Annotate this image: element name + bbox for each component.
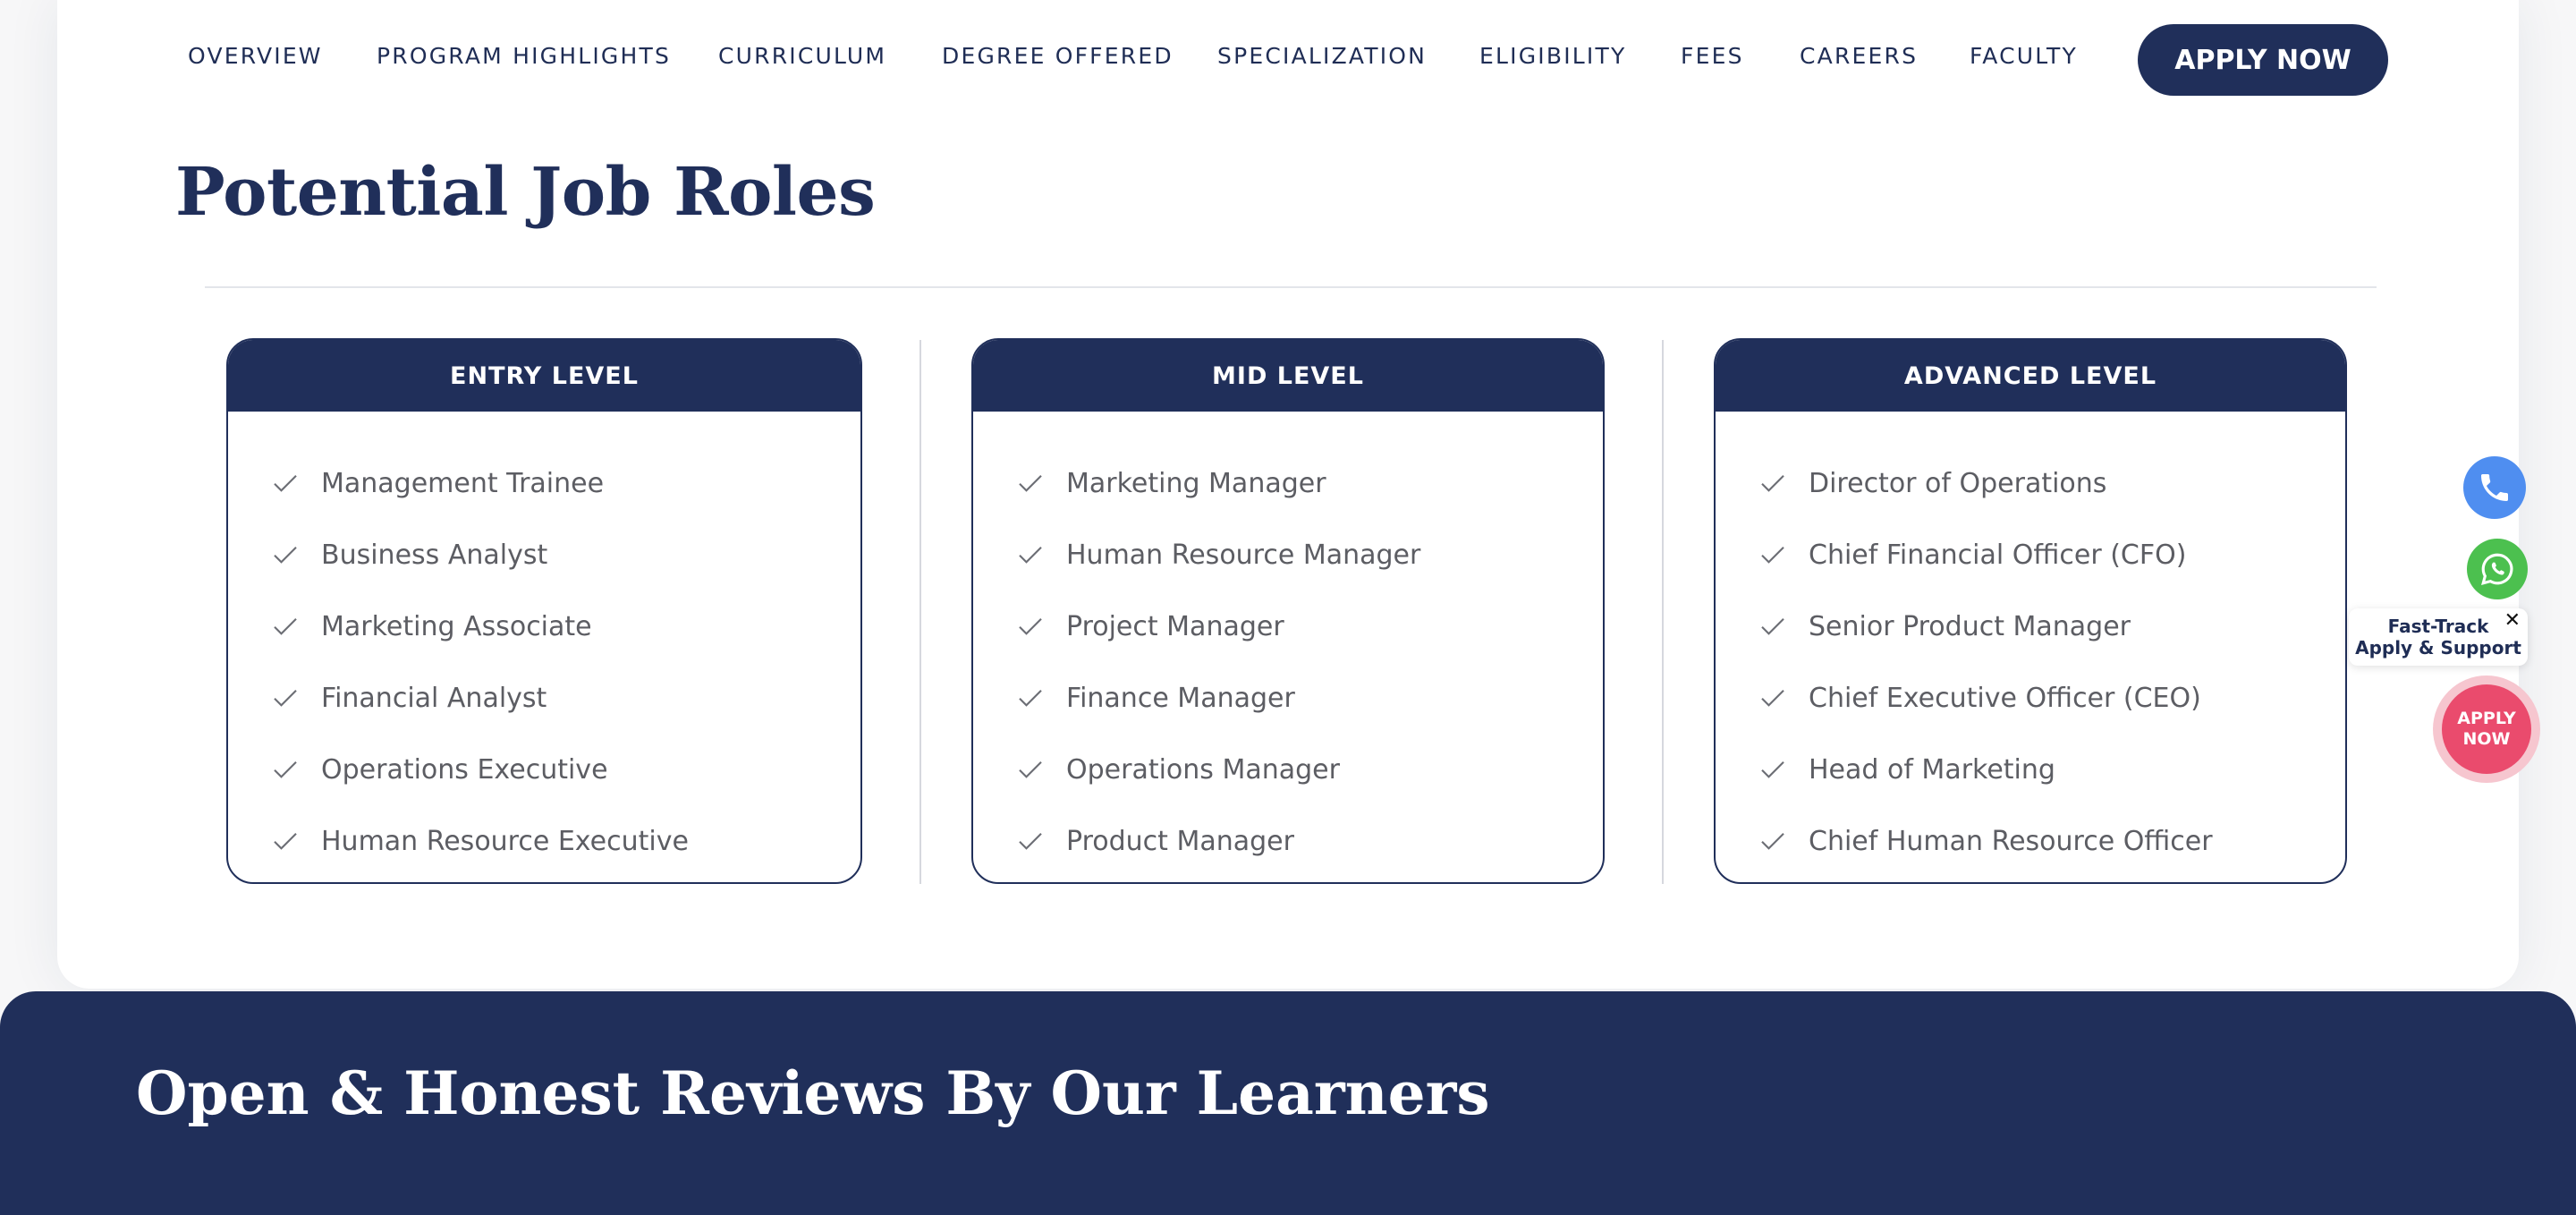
role-list: Marketing Manager Human Resource Manager…	[973, 412, 1603, 877]
role-label: Marketing Associate	[321, 610, 592, 642]
list-item: Senior Product Manager	[1716, 591, 2345, 662]
apply-now-button[interactable]: APPLY NOW	[2138, 24, 2388, 96]
check-icon	[1019, 690, 1042, 707]
list-item: Financial Analyst	[228, 662, 860, 734]
nav-eligibility[interactable]: ELIGIBILITY	[1479, 43, 1626, 69]
section-title: Potential Job Roles	[175, 154, 876, 231]
role-label: Finance Manager	[1066, 682, 1295, 714]
nav-degree-offered[interactable]: DEGREE OFFERED	[942, 43, 1174, 69]
nav-specialization[interactable]: SPECIALIZATION	[1217, 43, 1427, 69]
check-icon	[274, 690, 297, 707]
role-list: Management Trainee Business Analyst Mark…	[228, 412, 860, 877]
list-item: Product Manager	[973, 805, 1603, 877]
role-list: Director of Operations Chief Financial O…	[1716, 412, 2345, 877]
check-icon	[274, 475, 297, 492]
check-icon	[1019, 475, 1042, 492]
role-label: Chief Financial Officer (CFO)	[1809, 539, 2187, 571]
role-label: Project Manager	[1066, 610, 1284, 642]
check-icon	[1019, 833, 1042, 850]
nav-overview[interactable]: OVERVIEW	[188, 43, 323, 69]
list-item: Director of Operations	[1716, 447, 2345, 519]
check-icon	[1019, 547, 1042, 564]
nav-faculty[interactable]: FACULTY	[1970, 43, 2078, 69]
nav-careers[interactable]: CAREERS	[1800, 43, 1918, 69]
check-icon	[1019, 761, 1042, 778]
apply-line-2: NOW	[2462, 729, 2511, 749]
list-item: Human Resource Manager	[973, 519, 1603, 591]
list-item: Business Analyst	[228, 519, 860, 591]
fast-track-line-2: Apply & Support	[2355, 637, 2521, 658]
check-icon	[1761, 547, 1784, 564]
list-item: Operations Manager	[973, 734, 1603, 805]
nav-curriculum[interactable]: CURRICULUM	[718, 43, 886, 69]
apply-now-floating-button[interactable]: APPLY NOW	[2433, 675, 2540, 783]
list-item: Head of Marketing	[1716, 734, 2345, 805]
column-separator	[1662, 340, 1664, 884]
list-item: Marketing Manager	[973, 447, 1603, 519]
nav-program-highlights[interactable]: PROGRAM HIGHLIGHTS	[377, 43, 671, 69]
fast-track-line-1: Fast-Track	[2387, 616, 2489, 637]
mid-level-card: MID LEVEL Marketing Manager Human Resour…	[971, 338, 1605, 884]
apply-line-1: APPLY	[2457, 709, 2516, 728]
role-label: Director of Operations	[1809, 467, 2107, 499]
phone-icon	[2481, 474, 2508, 501]
role-label: Operations Executive	[321, 753, 608, 786]
check-icon	[274, 618, 297, 635]
check-icon	[1761, 618, 1784, 635]
reviews-title: Open & Honest Reviews By Our Learners	[136, 1058, 1490, 1128]
role-label: Head of Marketing	[1809, 753, 2055, 786]
role-label: Business Analyst	[321, 539, 548, 571]
divider	[205, 286, 2377, 288]
whatsapp-icon	[2481, 553, 2513, 585]
role-label: Product Manager	[1066, 825, 1294, 857]
level-title: ENTRY LEVEL	[228, 340, 860, 412]
advanced-level-card: ADVANCED LEVEL Director of Operations Ch…	[1714, 338, 2347, 884]
check-icon	[1761, 761, 1784, 778]
whatsapp-button[interactable]	[2467, 539, 2528, 599]
list-item: Finance Manager	[973, 662, 1603, 734]
list-item: Chief Executive Officer (CEO)	[1716, 662, 2345, 734]
role-label: Marketing Manager	[1066, 467, 1326, 499]
role-label: Human Resource Manager	[1066, 539, 1421, 571]
check-icon	[1761, 690, 1784, 707]
role-label: Chief Human Resource Officer	[1809, 825, 2213, 857]
list-item: Chief Human Resource Officer	[1716, 805, 2345, 877]
role-label: Senior Product Manager	[1809, 610, 2131, 642]
role-label: Human Resource Executive	[321, 825, 689, 857]
close-icon[interactable]: ✕	[2504, 610, 2521, 632]
check-icon	[274, 833, 297, 850]
level-title: ADVANCED LEVEL	[1716, 340, 2345, 412]
entry-level-card: ENTRY LEVEL Management Trainee Business …	[226, 338, 862, 884]
list-item: Chief Financial Officer (CFO)	[1716, 519, 2345, 591]
role-label: Financial Analyst	[321, 682, 547, 714]
list-item: Marketing Associate	[228, 591, 860, 662]
list-item: Project Manager	[973, 591, 1603, 662]
list-item: Operations Executive	[228, 734, 860, 805]
check-icon	[1019, 618, 1042, 635]
level-title: MID LEVEL	[973, 340, 1603, 412]
apply-now-floating-label: APPLY NOW	[2442, 684, 2531, 774]
list-item: Management Trainee	[228, 447, 860, 519]
check-icon	[274, 761, 297, 778]
role-label: Chief Executive Officer (CEO)	[1809, 682, 2201, 714]
reviews-section: Open & Honest Reviews By Our Learners	[0, 991, 2576, 1215]
phone-call-button[interactable]	[2463, 456, 2526, 519]
top-nav: OVERVIEW PROGRAM HIGHLIGHTS CURRICULUM D…	[0, 0, 2576, 116]
role-label: Operations Manager	[1066, 753, 1340, 786]
list-item: Human Resource Executive	[228, 805, 860, 877]
check-icon	[274, 547, 297, 564]
fast-track-bubble: ✕ Fast-Track Apply & Support	[2349, 608, 2528, 666]
nav-fees[interactable]: FEES	[1681, 43, 1744, 69]
column-separator	[919, 340, 921, 884]
role-label: Management Trainee	[321, 467, 605, 499]
check-icon	[1761, 475, 1784, 492]
check-icon	[1761, 833, 1784, 850]
